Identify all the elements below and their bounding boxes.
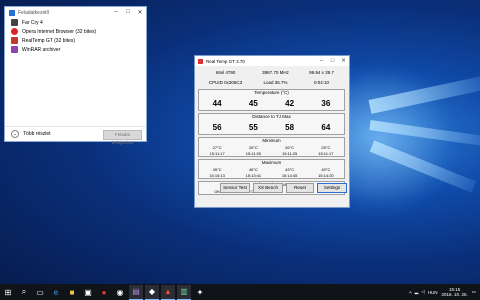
winrar-icon [11, 46, 18, 53]
core-distance: 64 [321, 122, 331, 132]
min-time: 15:11:25 [281, 150, 298, 156]
reset-button[interactable]: Reset [286, 183, 314, 193]
tray-chevron-icon[interactable]: ˄ [409, 290, 412, 295]
min-temp: 25°C [321, 144, 331, 150]
close-button[interactable]: ✕ [338, 58, 349, 64]
store-icon[interactable]: ▣ [81, 285, 95, 299]
clock[interactable]: 15:15 2016. 10. 25. [441, 287, 467, 297]
taskbar: ⊞ ⌕ ▭ e ■ ▣ ● ◉ ▤ ◆ ▲ ▥ ✦ ˄ ▂ ◁ HUN 15:1… [0, 284, 480, 300]
max-temp: 45°C [212, 166, 222, 172]
farcry-icon[interactable]: ◆ [145, 284, 159, 300]
task-manager-title: Feladatkezelő [18, 9, 50, 16]
max-temp: 43°C [285, 166, 295, 172]
app-label: Far Cry 4 [22, 19, 43, 26]
app-row[interactable]: Far Cry 4 [5, 18, 146, 27]
max-time: 15:13:41 [245, 172, 262, 178]
app-label: RealTemp GT (32 bites) [22, 37, 75, 44]
task-manager-window[interactable]: Feladatkezelő – □ ✕ Far Cry 4 Opera Inte… [4, 6, 147, 145]
opera-icon [11, 28, 18, 35]
cpu-mhz: 3967.70 MHz [262, 69, 289, 75]
windows-icon[interactable]: ⊞ [1, 285, 15, 299]
core-temp: 36 [321, 98, 331, 108]
cpu-ratio: 99.94 x 39.7 [309, 69, 334, 75]
min-time: 15:11:30 [245, 150, 262, 156]
clock-date: 2016. 10. 25. [441, 292, 468, 297]
volume-icon[interactable]: ◁ [421, 289, 424, 295]
app-label: Opera Internet Browser (32 bites) [22, 28, 97, 35]
task-manager-footer: ⌄ Több részlet Feladat befejezése [5, 126, 146, 145]
network-icon[interactable]: ▂ [415, 289, 418, 295]
maximum-group: Maximum 45°C 46°C 43°C 40°C 15:15:13 15:… [198, 159, 345, 179]
cpu-load: Load 35.7% [263, 79, 288, 85]
cpu-info-row: Intel 4790 3967.70 MHz 99.94 x 39.7 [198, 67, 345, 77]
winrar-icon[interactable]: ▤ [129, 284, 143, 300]
realtemp-icon [198, 58, 203, 64]
core-temp: 42 [285, 98, 295, 108]
cpuid-row: CPUID 0x306C3 Load 35.7% 0:04:10 [198, 77, 345, 87]
max-temp: 46°C [248, 166, 258, 172]
min-temp: 27°C [212, 144, 222, 150]
min-time: 15:11:17 [318, 150, 334, 156]
task-manager-titlebar[interactable]: Feladatkezelő – □ ✕ [5, 7, 146, 18]
system-tray: ˄ ▂ ◁ HUN 15:15 2016. 10. 25. ▭ [409, 284, 476, 300]
search-icon[interactable]: ⌕ [17, 285, 31, 299]
core-distance: 58 [285, 122, 295, 132]
realtemp-buttons: Sensor Test XS Bench Reset Settings [195, 183, 349, 193]
realtemp-titlebar[interactable]: Real Temp GT 3.70 – □ ✕ [195, 56, 349, 66]
steam-icon[interactable]: ◉ [113, 285, 127, 299]
notifications-icon[interactable]: ▭ [472, 289, 476, 295]
max-time: 15:15:13 [209, 172, 225, 178]
min-time: 15:11:17 [209, 150, 225, 156]
explorer-icon[interactable]: ■ [65, 285, 79, 299]
max-temp: 40°C [321, 166, 331, 172]
core-temp: 44 [212, 98, 222, 108]
edge-icon[interactable]: e [49, 285, 63, 299]
app-row[interactable]: Opera Internet Browser (32 bites) [5, 27, 146, 36]
games-icon[interactable]: ✦ [193, 285, 207, 299]
app-row[interactable]: RealTemp GT (32 bites) [5, 36, 146, 45]
app-row[interactable]: WinRAR archiver [5, 45, 146, 54]
app-label: WinRAR archiver [22, 46, 61, 53]
max-time: 15:14:20 [318, 172, 334, 178]
max-time: 15:14:45 [281, 172, 298, 178]
core-distance: 56 [212, 122, 222, 132]
temperature-group: Temperature (°C) 44 45 42 36 [198, 89, 345, 111]
sensor-test-button[interactable]: Sensor Test [220, 183, 250, 193]
maximize-button[interactable]: □ [327, 58, 338, 64]
core-distance: 55 [248, 122, 258, 132]
minimize-button[interactable]: – [110, 9, 122, 16]
farcry-icon [11, 19, 18, 26]
realtemp-icon [11, 37, 18, 44]
opera-icon[interactable]: ● [97, 285, 111, 299]
maximize-button[interactable]: □ [122, 9, 134, 16]
more-details-link[interactable]: Több részlet [23, 131, 51, 137]
run-time: 0:04:10 [313, 79, 329, 85]
min-temp: 26°C [285, 144, 295, 150]
cpuid: CPUID 0x306C3 [208, 79, 243, 85]
realtemp-window[interactable]: Real Temp GT 3.70 – □ ✕ Intel 4790 3967.… [194, 55, 350, 208]
task-manager-icon [9, 9, 15, 16]
settings-button[interactable]: Settings [317, 183, 347, 193]
distance-group: Distance to TJ Max 56 55 58 64 [198, 113, 345, 135]
task-view-icon[interactable]: ▭ [33, 285, 47, 299]
language-indicator[interactable]: HUN [428, 290, 438, 295]
close-button[interactable]: ✕ [134, 9, 146, 16]
minimum-group: Minimum 27°C 25°C 26°C 25°C 15:11:17 15:… [198, 137, 345, 157]
end-task-button[interactable]: Feladat befejezése [103, 130, 142, 145]
core-temp: 45 [248, 98, 258, 108]
xs-bench-button[interactable]: XS Bench [253, 183, 283, 193]
realtemp-icon[interactable]: ▲ [161, 284, 175, 300]
taskmgr-icon[interactable]: ▥ [177, 284, 191, 300]
min-temp: 25°C [248, 144, 258, 150]
minimize-button[interactable]: – [316, 58, 327, 64]
realtemp-title: Real Temp GT 3.70 [206, 58, 245, 64]
expand-icon[interactable]: ⌄ [11, 130, 19, 138]
cpu-model: Intel 4790 [215, 69, 236, 75]
